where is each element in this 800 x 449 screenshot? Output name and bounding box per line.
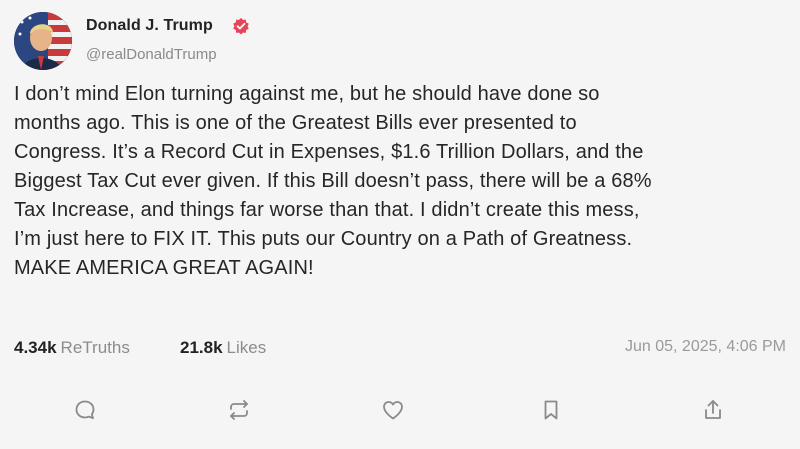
retruth-icon xyxy=(230,400,248,420)
likes-label: Likes xyxy=(226,338,267,357)
post-stats: 4.34k ReTruths 21.8k Likes Jun 05, 2025, 4… xyxy=(14,338,786,360)
post-body: I don’t mind Elon turning against me, bu… xyxy=(14,80,789,283)
post-line: I don’t mind Elon turning against me, bu… xyxy=(14,83,600,105)
retruth-button[interactable] xyxy=(221,392,257,428)
like-heart-icon xyxy=(383,401,403,420)
avatar[interactable] xyxy=(14,12,72,70)
post-line: Congress. It’s a Record Cut in Expenses,… xyxy=(14,141,644,163)
author-handle[interactable]: @realDonaldTrump xyxy=(86,46,217,63)
bookmark-button[interactable] xyxy=(533,392,569,428)
likes-stat[interactable]: 21.8k Likes xyxy=(180,338,266,358)
retruths-stat[interactable]: 4.34k ReTruths xyxy=(14,338,130,358)
author-display-name[interactable]: Donald J. Trump xyxy=(86,17,213,35)
action-bar xyxy=(0,392,800,428)
share-button[interactable] xyxy=(695,392,731,428)
post-card: Donald J. Trump @realDonaldTrump I don’t… xyxy=(0,0,800,449)
verified-badge-icon xyxy=(233,17,249,35)
likes-count: 21.8k xyxy=(180,338,223,357)
post-line: Biggest Tax Cut ever given. If this Bill… xyxy=(14,170,652,192)
retruths-label: ReTruths xyxy=(60,338,130,357)
bookmark-icon xyxy=(544,400,558,420)
post-line: Tax Increase, and things far worse than … xyxy=(14,199,640,221)
share-icon xyxy=(705,400,721,419)
like-button[interactable] xyxy=(375,392,411,428)
post-timestamp[interactable]: Jun 05, 2025, 4:06 PM xyxy=(625,338,786,356)
post-line: MAKE AMERICA GREAT AGAIN! xyxy=(14,257,314,279)
post-line: I’m just here to FIX IT. This puts our C… xyxy=(14,228,633,250)
retruths-count: 4.34k xyxy=(14,338,57,357)
avatar-image xyxy=(14,12,72,70)
reply-icon xyxy=(75,400,95,420)
reply-button[interactable] xyxy=(67,392,103,428)
post-line: months ago. This is one of the Greatest … xyxy=(14,112,577,134)
